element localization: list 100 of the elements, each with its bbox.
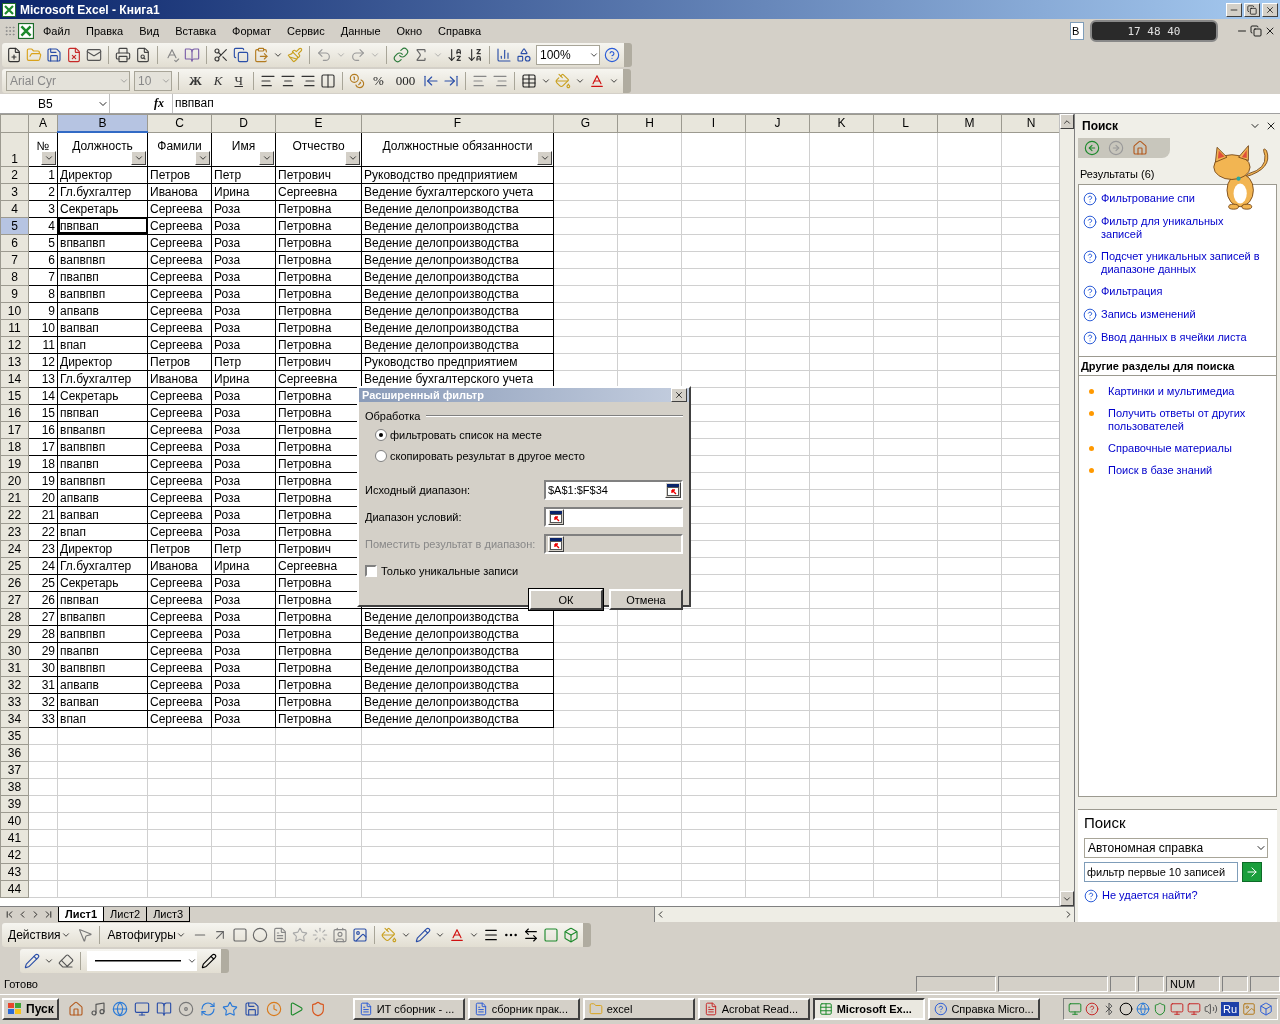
caret-icon[interactable] bbox=[468, 930, 479, 940]
sheet-tab[interactable]: Лист1 bbox=[58, 907, 105, 922]
picture-icon[interactable] bbox=[351, 927, 368, 943]
underline-button[interactable]: Ч bbox=[230, 73, 247, 89]
arrow-style-icon[interactable] bbox=[522, 927, 539, 943]
sheet-tab[interactable]: Лист3 bbox=[146, 907, 191, 922]
align-right-icon[interactable] bbox=[299, 73, 316, 89]
actions-menu[interactable]: Действия bbox=[6, 928, 73, 942]
range-picker-button[interactable] bbox=[548, 508, 564, 525]
column-header[interactable]: L bbox=[873, 114, 938, 132]
column-header[interactable]: D bbox=[211, 114, 276, 132]
home-icon[interactable] bbox=[67, 1000, 84, 1017]
vertical-scrollbar[interactable] bbox=[1059, 114, 1074, 906]
sheet-tab[interactable]: Лист2 bbox=[103, 907, 148, 922]
hyperlink-icon[interactable] bbox=[393, 47, 409, 63]
help-icon[interactable] bbox=[1084, 1001, 1099, 1016]
thousands-button[interactable]: 000 bbox=[391, 73, 420, 89]
3d-icon[interactable] bbox=[562, 927, 579, 943]
start-button[interactable]: Пуск bbox=[2, 997, 59, 1020]
checkbox-label[interactable]: Только уникальные записи bbox=[381, 565, 519, 577]
merge-cells-icon[interactable] bbox=[319, 73, 336, 89]
result-link[interactable]: Подсчет уникальных записей в диапазоне данных bbox=[1101, 250, 1263, 276]
sort-ascending-icon[interactable] bbox=[447, 47, 463, 63]
copy-icon[interactable] bbox=[233, 47, 249, 63]
font-color-icon[interactable] bbox=[589, 73, 606, 89]
spelling-icon[interactable] bbox=[164, 47, 180, 63]
3d-icon[interactable] bbox=[1259, 1001, 1273, 1016]
currency-icon[interactable] bbox=[348, 73, 365, 89]
rectangle-icon[interactable] bbox=[231, 927, 248, 943]
music-icon[interactable] bbox=[89, 1000, 106, 1017]
range-picker-button[interactable] bbox=[665, 481, 681, 498]
column-header[interactable]: K bbox=[809, 114, 874, 132]
redo-icon[interactable] bbox=[350, 47, 366, 63]
search-field[interactable]: фильтр первые 10 записей bbox=[1084, 862, 1238, 882]
language-indicator[interactable]: Ru bbox=[1220, 1001, 1239, 1016]
result-link[interactable]: Ввод данных в ячейки листа bbox=[1101, 331, 1247, 344]
ok-button[interactable]: ОК bbox=[529, 589, 603, 610]
cut-icon[interactable] bbox=[213, 47, 229, 63]
task-button[interactable]: сборник прак... bbox=[467, 997, 580, 1020]
column-header[interactable]: H bbox=[617, 114, 682, 132]
restore-icon[interactable] bbox=[1250, 24, 1262, 37]
line-style-icon[interactable] bbox=[482, 927, 499, 943]
network-icon[interactable] bbox=[1169, 1001, 1184, 1016]
eraser-icon[interactable] bbox=[58, 953, 74, 969]
menu-item[interactable]: Сервис bbox=[280, 22, 332, 39]
caret-icon[interactable] bbox=[273, 50, 283, 60]
select-all-corner[interactable] bbox=[0, 114, 29, 132]
fill-color-icon[interactable] bbox=[380, 927, 397, 943]
print-icon[interactable] bbox=[115, 47, 131, 63]
restore-button[interactable] bbox=[1244, 2, 1260, 17]
refresh-icon[interactable] bbox=[199, 1000, 216, 1017]
result-link[interactable]: Фильтрация bbox=[1101, 285, 1163, 298]
task-button[interactable]: Acrobat Read... bbox=[697, 997, 810, 1020]
filter-button[interactable] bbox=[131, 150, 146, 165]
close-icon[interactable] bbox=[1265, 120, 1277, 132]
help-link[interactable]: Не удается найти? bbox=[1102, 889, 1198, 902]
minimize-button[interactable] bbox=[1226, 2, 1242, 17]
cancel-button[interactable]: Отмена bbox=[609, 589, 683, 610]
back-icon[interactable] bbox=[1084, 140, 1100, 156]
print-preview-icon[interactable] bbox=[135, 47, 151, 63]
research-icon[interactable] bbox=[184, 47, 200, 63]
align-left-icon[interactable] bbox=[259, 73, 276, 89]
decrease-indent-icon[interactable] bbox=[472, 73, 489, 89]
fill-color-icon[interactable] bbox=[555, 73, 572, 89]
name-box[interactable]: B5 bbox=[0, 94, 110, 113]
task-button[interactable]: Справка Micro... bbox=[927, 997, 1040, 1020]
radio-label[interactable]: фильтровать список на месте bbox=[390, 428, 542, 441]
monitor-icon[interactable] bbox=[133, 1000, 150, 1017]
column-header[interactable]: A bbox=[28, 114, 58, 132]
topic-link[interactable]: Получить ответы от других пользователей bbox=[1108, 407, 1270, 433]
formula-field[interactable]: пвпвап bbox=[172, 94, 1280, 113]
home-icon[interactable] bbox=[1132, 140, 1148, 156]
column-header[interactable]: N bbox=[1001, 114, 1059, 132]
filter-button[interactable] bbox=[345, 150, 360, 165]
undo-icon[interactable] bbox=[316, 47, 332, 63]
column-header[interactable]: E bbox=[275, 114, 362, 132]
save-icon[interactable] bbox=[243, 1000, 260, 1017]
percent-button[interactable]: % bbox=[368, 73, 388, 89]
topic-link[interactable]: Картинки и мультимедиа bbox=[1108, 385, 1235, 398]
range-field[interactable] bbox=[544, 533, 683, 554]
radio-button[interactable] bbox=[375, 428, 387, 441]
result-link[interactable]: Запись изменений bbox=[1101, 308, 1196, 321]
menu-item[interactable]: Окно bbox=[389, 22, 430, 39]
new-file-icon[interactable] bbox=[6, 47, 22, 63]
save-icon[interactable] bbox=[46, 47, 62, 63]
caret-icon[interactable] bbox=[400, 930, 411, 940]
caret-icon[interactable] bbox=[575, 76, 586, 86]
chart-icon[interactable] bbox=[496, 47, 512, 63]
bold-button[interactable]: Ж bbox=[185, 73, 206, 89]
font-color-icon[interactable] bbox=[448, 927, 465, 943]
paste-icon[interactable] bbox=[253, 47, 269, 63]
network-icon[interactable] bbox=[1186, 1001, 1201, 1016]
file-delete-icon[interactable] bbox=[66, 47, 82, 63]
last-sheet-icon[interactable] bbox=[43, 909, 54, 920]
menu-item[interactable]: Данные bbox=[333, 22, 388, 39]
help-icon[interactable] bbox=[604, 47, 620, 63]
shield-icon[interactable] bbox=[309, 1000, 326, 1017]
increase-decimal-icon[interactable] bbox=[423, 73, 440, 89]
autoshapes-menu[interactable]: Автофигуры bbox=[105, 928, 188, 942]
globe-icon[interactable] bbox=[111, 1000, 128, 1017]
